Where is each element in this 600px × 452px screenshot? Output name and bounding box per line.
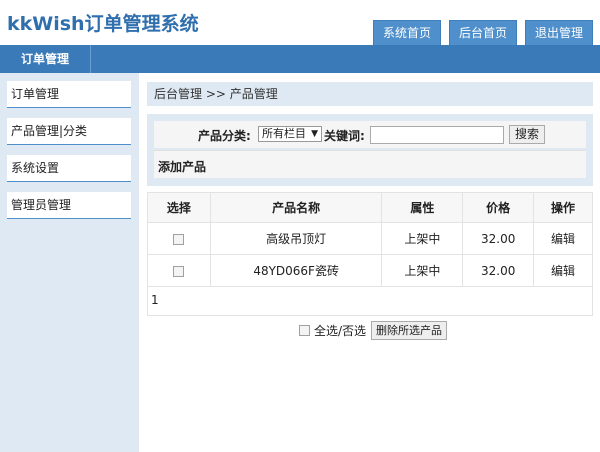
app-title: kkWish订单管理系统 (7, 13, 199, 35)
keyword-input[interactable] (370, 126, 504, 144)
col-status: 属性 (381, 192, 464, 223)
sidebar-item-admins[interactable]: 管理员管理 (7, 192, 131, 219)
row-select-cell (147, 222, 211, 255)
breadcrumb: 后台管理 >> 产品管理 (147, 82, 593, 106)
row-checkbox[interactable] (173, 233, 185, 245)
nav-system-home[interactable]: 系统首页 (372, 20, 441, 45)
header: kkWish订单管理系统 系统首页 后台首页 退出管理 (0, 0, 600, 45)
product-price: 32.00 (462, 254, 535, 287)
nav-admin-home[interactable]: 后台首页 (448, 20, 517, 45)
keyword-label: 关键词: (324, 129, 365, 143)
product-status: 上架中 (381, 222, 464, 255)
category-label: 产品分类: (198, 129, 251, 143)
table-row: 48YD066F瓷砖 上架中 32.00 编辑 (147, 254, 593, 287)
module-tab-orders[interactable]: 订单管理 (0, 45, 91, 73)
search-button[interactable]: 搜索 (509, 125, 545, 144)
product-price: 32.00 (462, 222, 535, 255)
edit-link[interactable]: 编辑 (533, 254, 593, 287)
pagination: 1 (147, 286, 593, 316)
sidebar-item-orders[interactable]: 订单管理 (7, 81, 131, 108)
main-content: 后台管理 >> 产品管理 产品分类: 所有栏目 ▼ 关键词: 搜索 添加产品 选… (139, 73, 600, 452)
sidebar-item-products[interactable]: 产品管理|分类 (7, 118, 131, 145)
row-select-cell (147, 254, 211, 287)
page-number[interactable]: 1 (151, 293, 159, 307)
edit-link[interactable]: 编辑 (533, 222, 593, 255)
category-select[interactable]: 所有栏目 ▼ (258, 126, 322, 142)
delete-selected-button[interactable]: 删除所选产品 (371, 320, 448, 340)
table-header-row: 选择 产品名称 属性 价格 操作 (147, 192, 593, 223)
col-name: 产品名称 (209, 192, 383, 223)
add-product-link[interactable]: 添加产品 (158, 158, 206, 175)
sidebar-item-settings[interactable]: 系统设置 (7, 155, 131, 182)
category-select-value: 所有栏目 (262, 127, 306, 140)
add-row: 添加产品 (154, 150, 586, 178)
col-select: 选择 (147, 192, 211, 223)
row-checkbox[interactable] (173, 265, 185, 277)
sidebar: 订单管理 产品管理|分类 系统设置 管理员管理 (0, 73, 139, 452)
top-nav: 系统首页 后台首页 退出管理 (365, 20, 593, 45)
bulk-actions: 全选/否选 删除所选产品 (299, 320, 448, 340)
col-action: 操作 (533, 192, 593, 223)
module-bar: 订单管理 (0, 45, 600, 73)
table-row: 高级吊顶灯 上架中 32.00 编辑 (147, 222, 593, 255)
select-all-checkbox[interactable] (299, 324, 310, 336)
nav-logout[interactable]: 退出管理 (524, 20, 593, 45)
product-table: 选择 产品名称 属性 价格 操作 高级吊顶灯 上架中 32.00 编辑 48YD… (147, 192, 593, 287)
chevron-down-icon: ▼ (311, 129, 318, 139)
col-price: 价格 (462, 192, 535, 223)
product-name: 高级吊顶灯 (209, 222, 383, 255)
product-name: 48YD066F瓷砖 (209, 254, 383, 287)
product-status: 上架中 (381, 254, 464, 287)
filter-row: 产品分类: 所有栏目 ▼ 关键词: 搜索 (154, 121, 586, 148)
select-all-label: 全选/否选 (314, 323, 367, 338)
filter-panel: 产品分类: 所有栏目 ▼ 关键词: 搜索 添加产品 (147, 114, 593, 186)
